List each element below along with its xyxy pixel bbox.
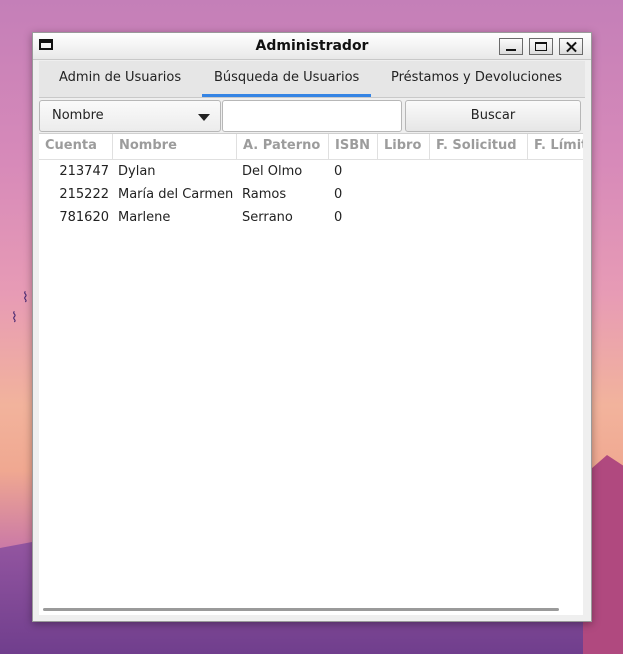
- horizontal-scrollbar[interactable]: [43, 608, 559, 611]
- cell-cuenta: 215222: [59, 187, 109, 202]
- maximize-button[interactable]: [529, 38, 553, 55]
- column-header-f-solicitud[interactable]: F. Solicitud: [430, 134, 528, 159]
- tab-bar: Admin de Usuarios Búsqueda de Usuarios P…: [39, 61, 585, 98]
- search-bar: Nombre Buscar: [39, 99, 585, 137]
- column-header-nombre[interactable]: Nombre: [113, 134, 237, 159]
- tab-admin-de-usuarios[interactable]: Admin de Usuarios: [59, 70, 181, 85]
- bird-icon: ⌇: [22, 290, 29, 306]
- active-tab-indicator: [202, 94, 371, 97]
- cell-isbn: 0: [334, 164, 343, 179]
- table-row[interactable]: 781620 Marlene Serrano 0: [39, 206, 583, 229]
- cell-nombre: Dylan: [118, 164, 156, 179]
- minimize-button[interactable]: [499, 38, 523, 55]
- table-header: Cuenta Nombre A. Paterno ISBN Libro F. S…: [39, 134, 583, 160]
- column-header-isbn[interactable]: ISBN: [329, 134, 378, 159]
- title-bar[interactable]: Administrador: [33, 33, 591, 60]
- tab-busqueda-de-usuarios[interactable]: Búsqueda de Usuarios: [214, 70, 359, 85]
- table-row[interactable]: 213747 Dylan Del Olmo 0: [39, 160, 583, 183]
- cell-paterno: Del Olmo: [242, 164, 303, 179]
- cell-nombre: María del Carmen: [118, 187, 234, 202]
- cell-paterno: Serrano: [242, 210, 293, 225]
- column-header-a-paterno[interactable]: A. Paterno: [237, 134, 329, 159]
- search-button[interactable]: Buscar: [405, 100, 581, 132]
- search-field-selected: Nombre: [52, 108, 104, 123]
- chevron-down-icon: [198, 114, 210, 121]
- cell-paterno: Ramos: [242, 187, 287, 202]
- users-table: Cuenta Nombre A. Paterno ISBN Libro F. S…: [39, 133, 583, 615]
- cell-cuenta: 213747: [59, 164, 109, 179]
- cell-nombre: Marlene: [118, 210, 171, 225]
- cell-cuenta: 781620: [59, 210, 109, 225]
- tab-prestamos-y-devoluciones[interactable]: Préstamos y Devoluciones: [391, 70, 562, 85]
- search-field-combobox[interactable]: Nombre: [39, 100, 221, 132]
- table-row[interactable]: 215222 María del Carmen Ramos 0: [39, 183, 583, 206]
- search-input[interactable]: [222, 100, 402, 132]
- column-header-f-limite[interactable]: F. Límite: [528, 134, 583, 159]
- column-header-cuenta[interactable]: Cuenta: [39, 134, 113, 159]
- cell-isbn: 0: [334, 210, 343, 225]
- close-button[interactable]: [559, 38, 583, 55]
- column-header-libro[interactable]: Libro: [378, 134, 430, 159]
- desktop-background: ⌇ ⌇ Administrador Admin de Usuarios Búsq…: [0, 0, 623, 654]
- bird-icon: ⌇: [11, 310, 18, 326]
- admin-window: Administrador Admin de Usuarios Búsqueda…: [32, 32, 592, 622]
- window-content: Admin de Usuarios Búsqueda de Usuarios P…: [39, 61, 585, 615]
- cell-isbn: 0: [334, 187, 343, 202]
